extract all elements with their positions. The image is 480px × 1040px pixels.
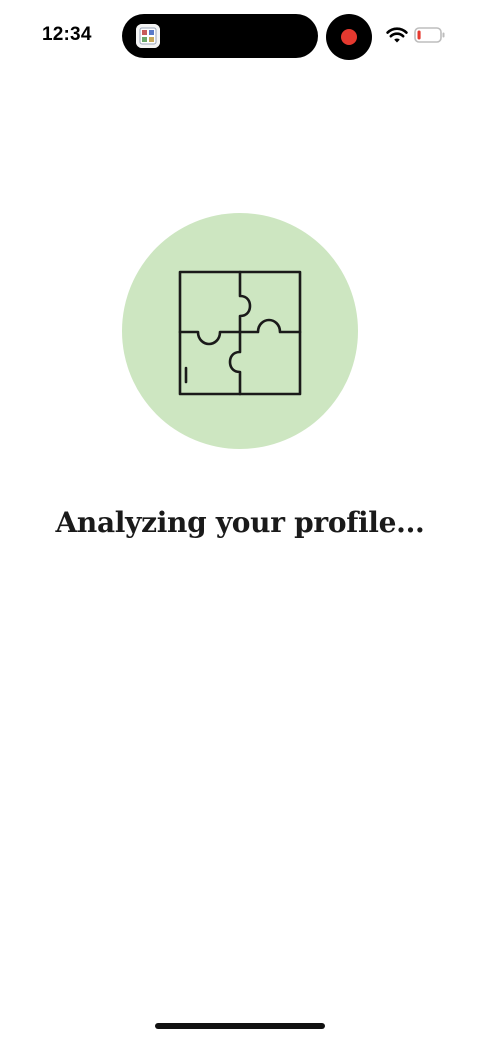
status-time: 12:34 <box>42 24 92 45</box>
illustration-circle <box>122 213 358 449</box>
puzzle-icon <box>178 270 302 396</box>
wifi-icon <box>386 26 408 44</box>
screen-record-indicator[interactable] <box>326 14 372 60</box>
battery-low-icon <box>414 26 446 44</box>
app-thumbnail-icon <box>136 24 160 48</box>
page-title: Analyzing your profile... <box>55 506 425 539</box>
status-bar: 12:34 <box>0 0 480 72</box>
screen-record-icon <box>341 29 357 45</box>
home-indicator[interactable] <box>155 1023 325 1029</box>
dynamic-island[interactable] <box>122 14 318 58</box>
